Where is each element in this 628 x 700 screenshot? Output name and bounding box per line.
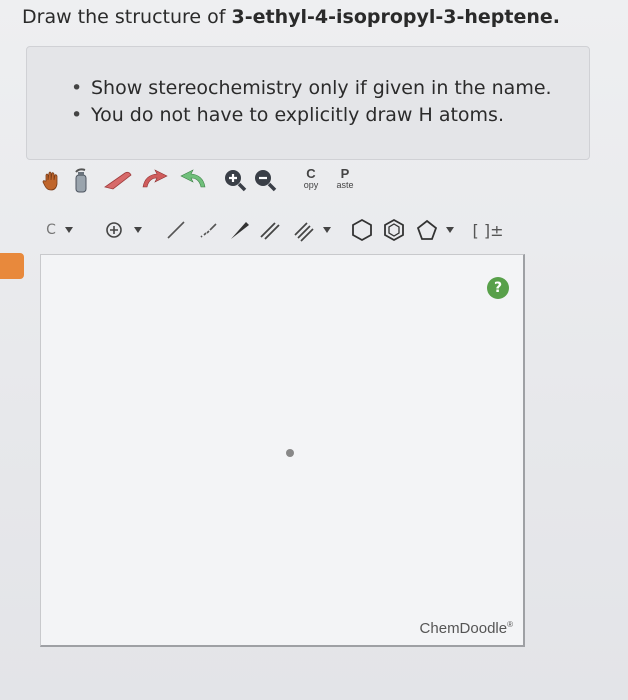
chevron-down-icon [323, 227, 331, 233]
redo-icon [180, 169, 206, 188]
cyclohexane-button[interactable] [348, 216, 376, 244]
double-bond-button[interactable] [256, 216, 284, 244]
spray-bottle-icon [75, 168, 87, 193]
brand-name: ChemDoodle [419, 620, 508, 637]
charge-plus-icon [106, 222, 122, 238]
benzene-button[interactable] [380, 216, 408, 244]
zoom-in-icon [225, 170, 247, 192]
toolbar-top: C opy P aste [38, 163, 528, 201]
bracket-label: [ ]± [472, 220, 504, 240]
help-icon: ? [493, 280, 503, 296]
chemdoodle-brand: ChemDoodle® [420, 620, 513, 637]
zoom-out-icon [255, 170, 277, 192]
toolbar-bottom: C []± [38, 210, 528, 250]
benzene-ring-icon [384, 218, 404, 242]
paste-label: P aste [330, 167, 360, 190]
question-page: Draw the structure of 3-ethyl-4-isopropy… [0, 0, 628, 700]
question-prefix: Draw the structure of [22, 6, 232, 28]
hint-item: Show stereochemistry only if given in th… [71, 75, 552, 102]
eraser-icon [104, 171, 132, 190]
compound-name: 3-ethyl-4-isopropyl-3-heptene. [231, 6, 561, 28]
element-selector[interactable]: C [38, 216, 82, 244]
zoom-out-button[interactable] [252, 167, 278, 193]
copy-label-small: opy [303, 180, 319, 190]
triple-bond-selector[interactable] [288, 216, 336, 244]
single-bond-icon [167, 221, 185, 239]
hint-item: You do not have to explicitly draw H ato… [71, 102, 552, 129]
zoom-in-button[interactable] [222, 167, 248, 193]
hint-box: Show stereochemistry only if given in th… [26, 46, 590, 160]
hint-list: Show stereochemistry only if given in th… [71, 75, 552, 129]
chevron-down-icon [64, 227, 73, 233]
double-bond-icon [260, 222, 280, 240]
copy-label: C opy [296, 167, 326, 190]
copy-label-big: C [306, 166, 316, 181]
hexagon-icon [352, 218, 372, 242]
chevron-down-icon [134, 227, 142, 233]
wedge-bond-button[interactable] [226, 216, 254, 244]
hand-icon [42, 171, 58, 191]
wedge-bond-icon [231, 222, 249, 239]
paste-label-small: aste [336, 180, 354, 190]
canvas-center-dot [286, 449, 294, 457]
eraser-button[interactable] [100, 167, 136, 193]
undo-icon [142, 169, 168, 188]
copy-button[interactable]: C opy [296, 165, 326, 195]
undo-button[interactable] [138, 167, 174, 193]
hand-tool-button[interactable] [38, 167, 66, 195]
drawing-canvas[interactable]: ? ChemDoodle® [40, 254, 525, 647]
single-bond-button[interactable] [162, 216, 190, 244]
triple-bond-icon [294, 222, 314, 242]
paste-button[interactable]: P aste [330, 165, 360, 195]
redo-button[interactable] [174, 167, 210, 193]
charge-selector[interactable] [100, 216, 148, 244]
brand-mark: ® [507, 620, 513, 629]
clear-button[interactable] [68, 165, 94, 195]
chevron-down-icon [446, 227, 454, 233]
bracket-charge-button[interactable]: [ ]± [468, 216, 508, 244]
hashed-bond-button[interactable] [194, 216, 222, 244]
paste-label-big: P [340, 166, 350, 181]
help-button[interactable]: ? [487, 277, 509, 299]
question-title: Draw the structure of 3-ethyl-4-isopropy… [22, 6, 560, 28]
side-tab[interactable] [0, 253, 24, 279]
ring-template-selector[interactable] [412, 216, 458, 244]
element-label: C [46, 222, 56, 238]
hashed-bond-icon [200, 223, 217, 238]
pentagon-icon [416, 219, 438, 240]
